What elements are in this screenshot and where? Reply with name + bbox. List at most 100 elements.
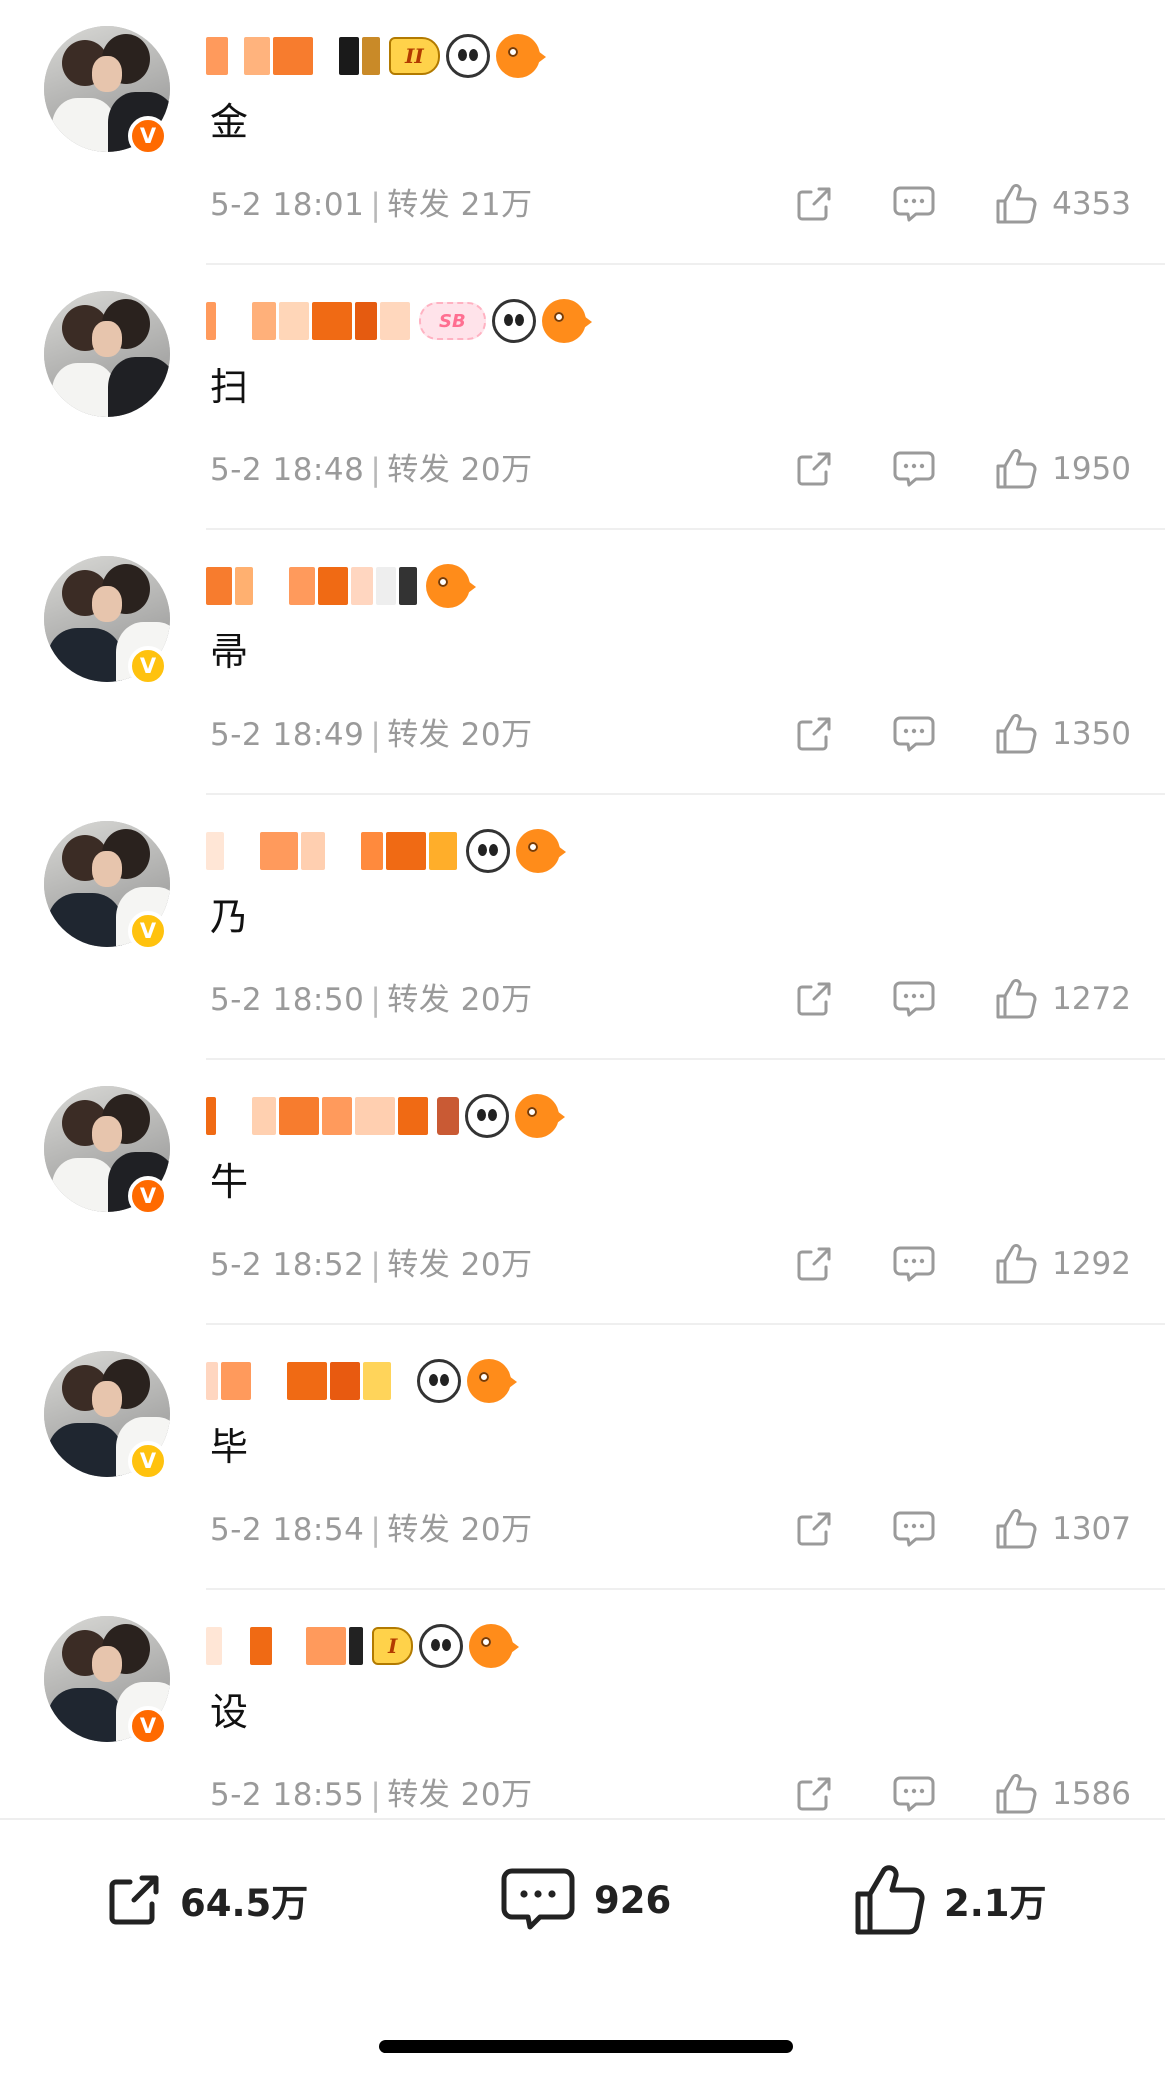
username-row[interactable]: I xyxy=(206,1618,520,1674)
panda-emoji-icon xyxy=(419,1624,464,1668)
panda-emoji-icon xyxy=(466,829,510,873)
share-icon[interactable] xyxy=(794,979,834,1019)
comment-meta: 5-2 18:50 | 转发 20万 xyxy=(210,980,533,1020)
fish-emoji-icon xyxy=(469,1624,520,1668)
like-button[interactable]: 2.1万 xyxy=(852,1860,1047,1940)
avatar[interactable] xyxy=(44,291,170,417)
like-count: 1307 xyxy=(1052,1511,1131,1547)
comment-actions: 1586 xyxy=(794,1771,1131,1817)
share-icon[interactable] xyxy=(794,1774,834,1814)
comment-icon[interactable] xyxy=(892,714,936,754)
fish-emoji-icon xyxy=(467,1359,517,1403)
repost-label[interactable]: 转发 20万 xyxy=(387,1247,532,1283)
comment-meta: 5-2 18:54 | 转发 20万 xyxy=(210,1510,533,1550)
censored-username xyxy=(206,1624,366,1668)
repost-count: 64.5万 xyxy=(180,1882,309,1925)
meta-separator: | xyxy=(370,187,382,223)
comment-icon[interactable] xyxy=(892,1509,936,1549)
repost-button[interactable]: 64.5万 xyxy=(104,1860,308,1940)
comment-item[interactable]: V 乃 5-2 18:50 | 转发 20万 1272 xyxy=(0,795,1165,1060)
fish-emoji-icon xyxy=(515,1094,565,1138)
comment-text: 乃 xyxy=(210,895,249,939)
repost-label[interactable]: 转发 20万 xyxy=(387,1512,532,1548)
comment-actions: 1292 xyxy=(794,1241,1131,1287)
like-icon[interactable] xyxy=(994,1772,1038,1816)
repost-label[interactable]: 转发 21万 xyxy=(387,187,532,223)
comment-text: 牛 xyxy=(210,1160,249,1204)
like-icon xyxy=(855,1865,925,1935)
username-row[interactable] xyxy=(206,823,566,879)
username-row[interactable] xyxy=(206,1353,517,1409)
like-count: 4353 xyxy=(1052,186,1131,222)
comment-text: 帚 xyxy=(210,630,249,674)
comment-icon[interactable] xyxy=(892,184,936,224)
comment-meta: 5-2 18:55 | 转发 20万 xyxy=(210,1775,533,1815)
home-indicator[interactable] xyxy=(379,2040,793,2053)
meta-separator: | xyxy=(370,982,382,1018)
username-row[interactable] xyxy=(206,1088,565,1144)
share-icon[interactable] xyxy=(794,1509,834,1549)
comment-actions: 4353 xyxy=(794,181,1131,227)
repost-label[interactable]: 转发 20万 xyxy=(387,452,532,488)
like-count: 1350 xyxy=(1052,716,1131,752)
verified-badge-icon: V xyxy=(128,116,168,156)
bottom-action-bar: 64.5万 926 2.1万 xyxy=(0,1818,1165,2006)
pig-badge: SB xyxy=(419,302,486,340)
like-icon[interactable] xyxy=(994,977,1038,1021)
verified-badge-icon: V xyxy=(128,1706,168,1746)
censored-username xyxy=(206,34,383,78)
username-row[interactable]: II xyxy=(206,28,546,84)
comment-meta: 5-2 18:01 | 转发 21万 xyxy=(210,185,533,225)
comment-item[interactable]: V 牛 5-2 18:52 | 转发 20万 1292 xyxy=(0,1060,1165,1325)
comment-item[interactable]: SB 扫 5-2 18:48 | 转发 20万 1950 xyxy=(0,265,1165,530)
repost-label[interactable]: 转发 20万 xyxy=(387,1777,532,1813)
verified-badge-icon: V xyxy=(128,646,168,686)
comment-time: 5-2 18:54 xyxy=(210,1512,365,1548)
comment-icon[interactable] xyxy=(892,979,936,1019)
comment-meta: 5-2 18:49 | 转发 20万 xyxy=(210,715,533,755)
repost-label[interactable]: 转发 20万 xyxy=(387,982,532,1018)
like-count: 1272 xyxy=(1052,981,1131,1017)
censored-username xyxy=(206,1094,431,1138)
share-icon[interactable] xyxy=(794,449,834,489)
panda-emoji-icon xyxy=(491,299,536,343)
comment-button[interactable]: 926 xyxy=(498,1860,671,1940)
like-icon[interactable] xyxy=(994,712,1038,756)
comment-text: 设 xyxy=(210,1690,249,1734)
username-row[interactable]: SB xyxy=(206,293,592,349)
censored-username xyxy=(206,829,460,873)
like-icon[interactable] xyxy=(994,182,1038,226)
meta-separator: | xyxy=(370,717,382,753)
fish-emoji-icon xyxy=(426,564,476,608)
comment-actions: 1307 xyxy=(794,1506,1131,1552)
like-count: 1292 xyxy=(1052,1246,1131,1282)
comment-item[interactable]: V 帚 5-2 18:49 | 转发 20万 1350 xyxy=(0,530,1165,795)
repost-label[interactable]: 转发 20万 xyxy=(387,717,532,753)
comment-item[interactable]: V I 设 5-2 18:55 | 转发 20万 1586 xyxy=(0,1590,1165,1855)
fish-emoji-icon xyxy=(516,829,566,873)
comment-actions: 1950 xyxy=(794,446,1131,492)
comment-item[interactable]: V 毕 5-2 18:54 | 转发 20万 1307 xyxy=(0,1325,1165,1590)
comment-text: 扫 xyxy=(210,365,249,409)
like-icon[interactable] xyxy=(994,1507,1038,1551)
comment-icon[interactable] xyxy=(892,1774,936,1814)
comment-item[interactable]: V II 金 5-2 18:01 | 转发 21万 4353 xyxy=(0,0,1165,265)
fish-emoji-icon xyxy=(541,299,592,343)
fan-rank-badge: II xyxy=(389,37,440,75)
share-icon[interactable] xyxy=(794,184,834,224)
share-icon[interactable] xyxy=(794,1244,834,1284)
censored-username xyxy=(206,1359,411,1403)
panda-emoji-icon xyxy=(465,1094,509,1138)
like-icon[interactable] xyxy=(994,1242,1038,1286)
meta-separator: | xyxy=(370,1777,382,1813)
panda-emoji-icon xyxy=(417,1359,461,1403)
comment-icon[interactable] xyxy=(892,1244,936,1284)
comment-actions: 1272 xyxy=(794,976,1131,1022)
panda-emoji-icon xyxy=(445,34,490,78)
like-icon[interactable] xyxy=(994,447,1038,491)
username-row[interactable] xyxy=(206,558,476,614)
comment-time: 5-2 18:55 xyxy=(210,1777,365,1813)
comment-icon[interactable] xyxy=(892,449,936,489)
verified-badge-icon: V xyxy=(128,1441,168,1481)
share-icon[interactable] xyxy=(794,714,834,754)
